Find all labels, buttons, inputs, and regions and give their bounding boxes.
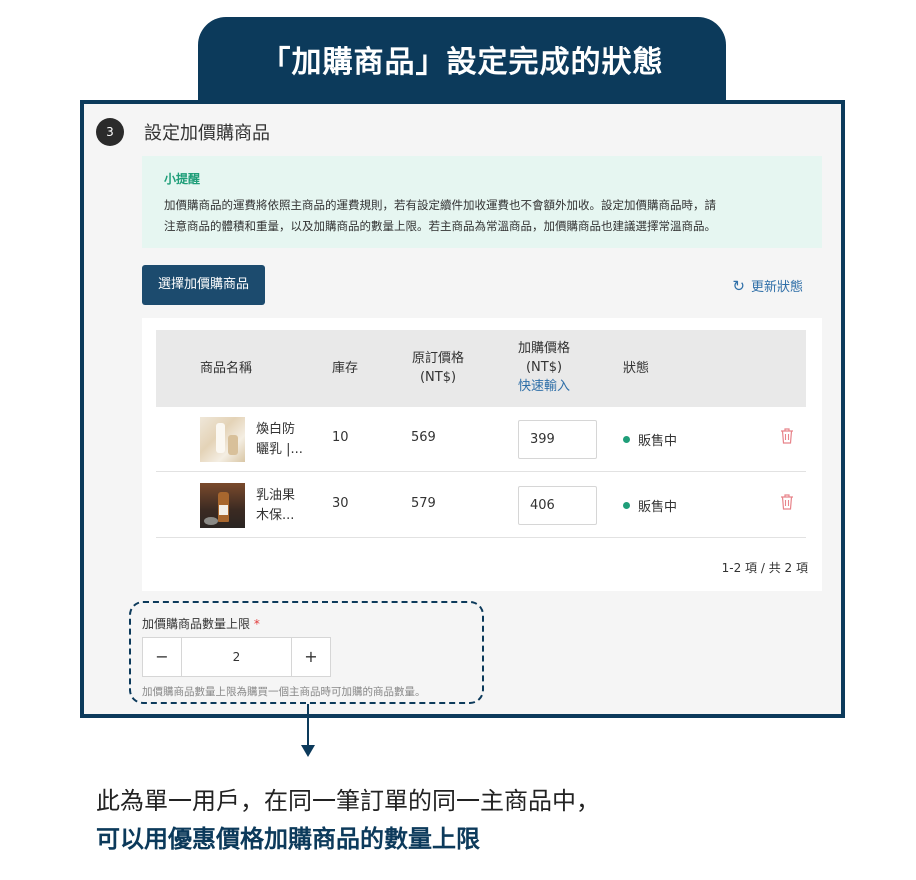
tip-text-line-2: 注意商品的體積和重量，以及加購商品的數量上限。若主商品為常溫商品，加價購商品也建… [164,219,716,233]
column-header-name: 商品名稱 [200,361,253,376]
table-row: 乳油果 木保... 30 579 406 販售中 [156,473,806,538]
refresh-status-link[interactable]: ↻ 更新狀態 [732,276,803,296]
product-name-line-2: 曬乳 |... [256,442,303,457]
column-header-addon-price: 加購價格 (NT$) 快速輸入 [516,339,572,396]
step-title: 設定加價購商品 [144,123,270,144]
original-price-label: 原訂價格 [411,351,464,366]
pagination-summary: 1-2 項 / 共 2 項 [721,561,808,575]
highlight-dashed-box [129,601,484,704]
product-thumbnail [200,483,245,528]
product-name-line-2: 木保... [256,508,295,523]
table-header: 商品名稱 庫存 原訂價格 (NT$) 加購價格 (NT$) 快速輸入 狀態 [156,330,806,407]
product-name: 乳油果 木保... [256,486,316,526]
trash-icon[interactable] [780,493,794,510]
original-price-unit: (NT$) [419,370,457,385]
arrow-down-icon [301,745,315,757]
column-header-stock: 庫存 [332,361,359,376]
addon-price-input[interactable]: 399 [518,420,597,459]
column-header-status: 狀態 [623,361,650,376]
status-label: 販售中 [638,500,678,515]
caption-line-2: 可以用優惠價格加購商品的數量上限 [96,825,480,853]
product-name: 煥白防 曬乳 |... [256,420,316,460]
caption-line-1: 此為單一用戶，在同一筆訂單的同一主商品中， [96,787,600,815]
addon-price-input[interactable]: 406 [518,486,597,525]
trash-icon[interactable] [780,427,794,444]
product-name-line-1: 乳油果 [256,488,296,503]
tip-text-line-1: 加價購商品的運費將依照主商品的運費規則，若有設定續件加收運費也不會額外加收。設定… [164,198,716,212]
tip-box: 小提醒 加價購商品的運費將依照主商品的運費規則，若有設定續件加收運費也不會額外加… [142,156,822,248]
status-dot [623,502,630,509]
status-badge: 販售中 [623,496,677,515]
status-dot [623,436,630,443]
arrow-line [307,704,309,748]
stock-value: 10 [332,430,349,445]
step-heading: 3 設定加價購商品 [96,118,270,146]
product-name-line-1: 煥白防 [256,422,296,437]
quick-input-link[interactable]: 快速輸入 [516,377,572,396]
select-addon-products-button[interactable]: 選擇加價購商品 [142,265,265,305]
refresh-status-label: 更新狀態 [750,280,803,295]
table-row: 煥白防 曬乳 |... 10 569 399 販售中 [156,407,806,472]
tip-title: 小提醒 [164,172,201,186]
column-header-original-price: 原訂價格 (NT$) [410,349,466,387]
status-label: 販售中 [638,434,678,449]
header-title: 「加購商品」設定完成的狀態 [198,17,726,103]
addon-price-unit: (NT$) [525,360,563,375]
original-price-value: 569 [411,430,436,445]
original-price-value: 579 [411,496,436,511]
addon-products-table: 商品名稱 庫存 原訂價格 (NT$) 加購價格 (NT$) 快速輸入 狀態 煥白… [142,318,822,591]
annotated-screenshot: 「加購商品」設定完成的狀態 3 設定加價購商品 小提醒 加價購商品的運費將依照主… [0,0,916,880]
addon-price-label: 加購價格 [517,341,570,356]
step-number-badge: 3 [96,118,124,146]
refresh-icon: ↻ [732,276,745,295]
product-thumbnail [200,417,245,462]
status-badge: 販售中 [623,430,677,449]
stock-value: 30 [332,496,349,511]
